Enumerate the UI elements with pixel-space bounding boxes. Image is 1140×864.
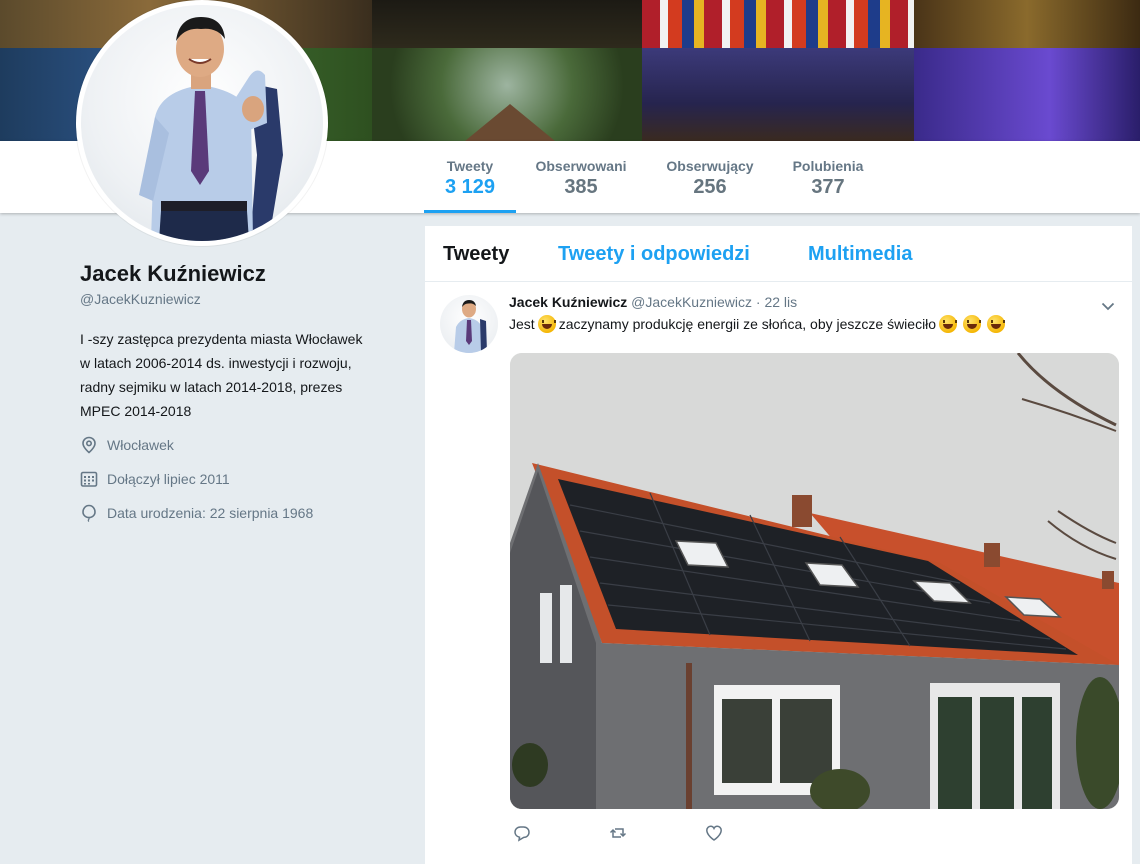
profile-bio: I -szy zastępca prezydenta miasta Włocła… — [80, 331, 363, 419]
banner-tile — [642, 48, 914, 141]
stat-followers[interactable]: Obserwujący 256 — [656, 141, 764, 213]
house-solar-roof-illustration — [510, 353, 1119, 809]
stat-following[interactable]: Obserwowani 385 — [526, 141, 636, 213]
profile-location: Włocławek — [80, 433, 380, 457]
stat-value: 377 — [811, 176, 845, 198]
grinning-emoji-icon — [987, 315, 1006, 333]
tab-tweets-and-replies[interactable]: Tweety i odpowiedzi — [558, 243, 750, 266]
grinning-emoji-icon — [537, 315, 556, 333]
tweet-text-start: Jest — [509, 316, 535, 332]
tweet-author-avatar[interactable] — [440, 295, 498, 353]
like-icon[interactable] — [705, 824, 723, 842]
banner-tile — [914, 48, 1140, 141]
avatar-photo — [81, 5, 323, 241]
profile-birthday: Data urodzenia: 22 sierpnia 1968 — [80, 501, 380, 525]
grinning-emoji-icon — [963, 315, 982, 333]
stat-value: 385 — [564, 176, 598, 198]
grinning-emoji-icon — [939, 315, 958, 333]
tweet-text: Jest zaczynamy produkcję energii ze słoń… — [509, 315, 1008, 333]
tweet-text-rest: zaczynamy produkcję energii ze słońca, o… — [558, 316, 937, 332]
stat-tweets[interactable]: Tweety 3 129 — [424, 141, 516, 213]
profile-avatar[interactable] — [76, 0, 328, 246]
tweet-separator: · — [755, 294, 761, 310]
profile-joined: Dołączył lipiec 2011 — [80, 467, 380, 491]
stat-value: 3 129 — [444, 176, 496, 198]
stat-label: Polubienia — [792, 158, 864, 174]
stat-label: Obserwujący — [666, 158, 754, 174]
stat-label: Tweety — [446, 158, 494, 174]
tweet-header: Jacek Kuźniewicz @JacekKuzniewicz · 22 l… — [509, 294, 797, 310]
joined-text: Dołączył lipiec 2011 — [107, 471, 230, 487]
banner-roof — [465, 104, 555, 141]
person-illustration — [139, 17, 283, 241]
tweet-media-photo[interactable] — [510, 353, 1119, 809]
tweet-author-handle[interactable]: @JacekKuzniewicz — [631, 294, 752, 310]
profile-card: Jacek Kuźniewicz @JacekKuzniewicz I -szy… — [80, 258, 380, 525]
calendar-icon — [80, 471, 98, 487]
stat-likes[interactable]: Polubienia 377 — [780, 141, 876, 213]
person-thumbnail — [454, 300, 487, 353]
chevron-down-icon[interactable] — [1099, 297, 1117, 315]
balloon-icon — [82, 504, 96, 522]
birthday-text: Data urodzenia: 22 sierpnia 1968 — [107, 505, 314, 521]
tab-tweets[interactable]: Tweety — [443, 243, 509, 266]
tab-media[interactable]: Multimedia — [808, 243, 912, 266]
banner-tile-flags — [642, 0, 914, 48]
tweet-date[interactable]: 22 lis — [764, 294, 797, 310]
banner-tile — [914, 0, 1140, 48]
stat-label: Obserwowani — [535, 158, 627, 174]
stat-value: 256 — [693, 176, 727, 198]
tweet-author-name[interactable]: Jacek Kuźniewicz — [509, 294, 627, 310]
retweet-icon[interactable] — [609, 824, 627, 842]
tweet-actions — [513, 824, 801, 842]
reply-icon[interactable] — [513, 824, 531, 842]
timeline: Tweety Tweety i odpowiedzi Multimedia Ja… — [425, 226, 1132, 864]
profile-name[interactable]: Jacek Kuźniewicz — [80, 258, 380, 290]
banner-tile — [372, 0, 642, 48]
location-text: Włocławek — [107, 437, 174, 453]
location-pin-icon — [82, 436, 96, 454]
timeline-tabs: Tweety Tweety i odpowiedzi Multimedia — [425, 226, 1132, 282]
profile-handle[interactable]: @JacekKuzniewicz — [80, 291, 380, 307]
